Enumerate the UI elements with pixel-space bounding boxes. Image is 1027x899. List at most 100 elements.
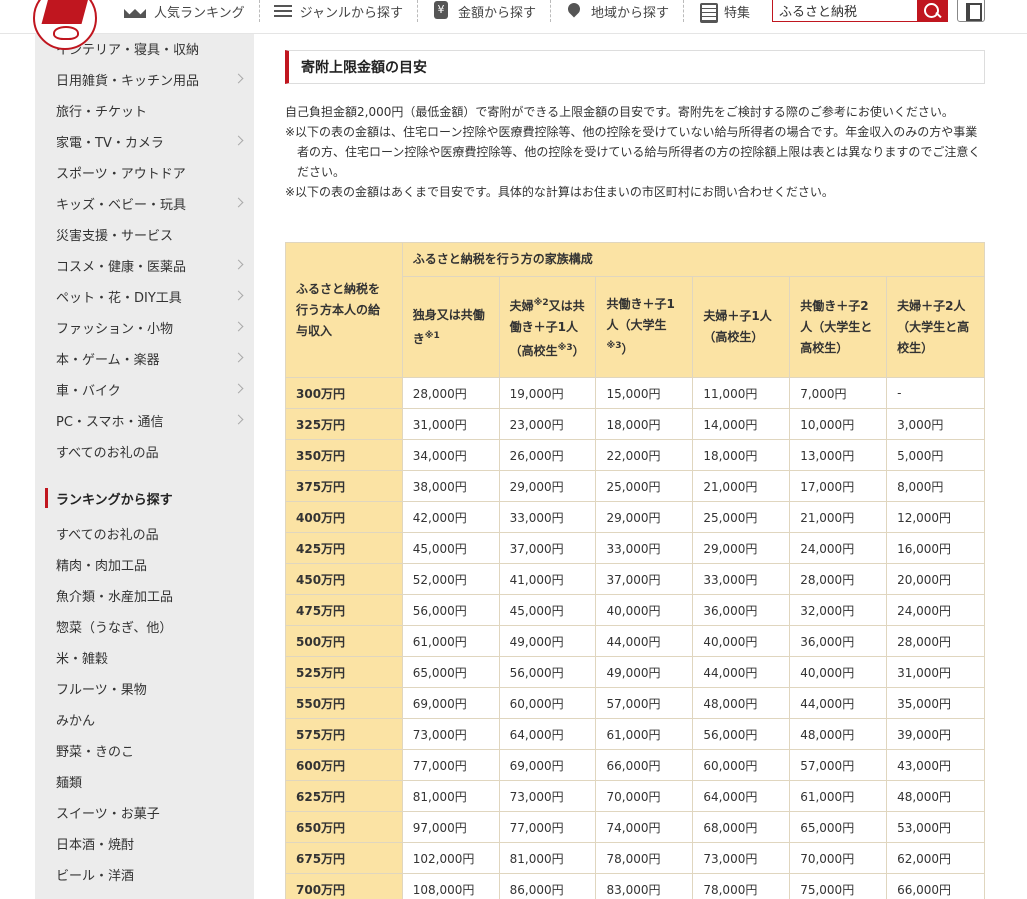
table-row: 625万円 81,000円 73,000円 70,000円 64,000円 61,000円… [285,780,985,812]
chevron-right-icon [233,73,244,84]
ranking-item-mikan[interactable]: みかん [35,704,254,735]
limit-cell: 8,000円 [886,470,985,502]
nav-feature-label: 特集 [724,5,751,21]
col-header-text: 夫婦 [509,298,534,313]
income-cell: 400万円 [285,501,403,533]
income-cell: 350万円 [285,439,403,471]
limit-cell: 44,000円 [692,656,791,688]
sidebar-item-cosmetics[interactable]: コスメ・健康・医薬品 [35,250,254,281]
sidebar-item-label: 車・バイク [56,384,121,399]
limit-cell: 78,000円 [595,842,694,874]
nav-region[interactable]: 地域から探す [551,0,685,22]
sidebar-item-daily-goods[interactable]: 日用雑貨・キッチン用品 [35,64,254,95]
nav-amount[interactable]: 金額から探す [418,0,551,22]
sidebar-item-fashion[interactable]: ファッション・小物 [35,312,254,343]
ranking-item-label: 魚介類・水産加工品 [56,590,174,605]
table-row: 600万円 77,000円 69,000円 66,000円 60,000円 57,000円… [285,749,985,781]
limit-cell: 24,000円 [886,594,985,626]
income-cell: 375万円 [285,470,403,502]
ranking-item-label: みかん [56,714,96,729]
limit-cell: 60,000円 [498,687,597,719]
limit-cell: 18,000円 [595,408,694,440]
limit-cell: 97,000円 [401,811,500,843]
limit-cell: 56,000円 [692,718,791,750]
chevron-right-icon [233,259,244,270]
limit-cell: 61,000円 [789,780,888,812]
limit-cell: 21,000円 [692,470,791,502]
sidebar-item-vehicles[interactable]: 車・バイク [35,374,254,405]
chevron-right-icon [233,352,244,363]
income-cell: 575万円 [285,718,403,750]
limit-cell: 37,000円 [498,532,597,564]
search-input[interactable] [773,0,917,21]
ranking-item-side-dishes[interactable]: 惣菜（うなぎ、他） [35,611,254,642]
limit-cell: 31,000円 [401,408,500,440]
description: 自己負担金額2,000円（最低金額）で寄附ができる上限金額の目安です。寄附先をご… [285,102,985,202]
sidebar-item-disaster-support[interactable]: 災害支援・サービス [35,219,254,250]
search-button[interactable] [917,0,947,21]
limit-cell: 28,000円 [401,377,500,409]
logo-knot-mark [53,26,79,40]
nav-genre-label: ジャンルから探す [299,5,403,21]
limit-cell: 52,000円 [401,563,500,595]
sidebar-item-travel[interactable]: 旅行・チケット [35,95,254,126]
limit-cell: 81,000円 [498,842,597,874]
limit-cell: 69,000円 [498,749,597,781]
sidebar-item-pets[interactable]: ペット・花・DIY工具 [35,281,254,312]
chevron-right-icon [233,414,244,425]
col-header-dual-income-2: 共働き＋子2人（大学生と高校生） [789,276,888,378]
sidebar-item-label: 災害支援・サービス [56,229,174,244]
limit-cell: 65,000円 [401,656,500,688]
ranking-item-seafood[interactable]: 魚介類・水産加工品 [35,580,254,611]
sidebar-item-pc-phone[interactable]: PC・スマホ・通信 [35,405,254,436]
table-row: 425万円 45,000円 37,000円 33,000円 29,000円 24,000円… [285,532,985,564]
sidebar-item-electronics[interactable]: 家電・TV・カメラ [35,126,254,157]
limit-cell: 75,000円 [789,873,888,899]
nav-feature[interactable]: 特集 [684,0,764,23]
limit-cell: 86,000円 [498,873,597,899]
table-row: 550万円 69,000円 60,000円 57,000円 48,000円 44,000円… [285,687,985,719]
table-row: 525万円 65,000円 56,000円 49,000円 44,000円 40,000円… [285,656,985,688]
ranking-item-label: フルーツ・果物 [56,683,147,698]
ranking-item-all[interactable]: すべてのお礼の品 [35,518,254,549]
ranking-item-label: 精肉・肉加工品 [56,559,148,574]
ranking-item-fruits[interactable]: フルーツ・果物 [35,673,254,704]
limit-cell: 7,000円 [789,377,888,409]
ranking-item-rice[interactable]: 米・雑穀 [35,642,254,673]
nav-ranking[interactable]: 人気ランキング [110,0,260,22]
limit-cell: 61,000円 [595,718,694,750]
limit-cell: 31,000円 [886,656,985,688]
col-header-text: 独身又は共働き [412,307,485,346]
income-cell: 600万円 [285,749,403,781]
ranking-item-beer[interactable]: ビール・洋酒 [35,859,254,890]
limit-cell: 29,000円 [692,532,791,564]
sidebar-item-sports[interactable]: スポーツ・アウトドア [35,157,254,188]
ranking-item-sake[interactable]: 日本酒・焼酎 [35,828,254,859]
table-row: 675万円 102,000円 81,000円 78,000円 73,000円 70,000… [285,842,985,874]
guide-book-button[interactable] [957,0,985,22]
limit-cell: 37,000円 [595,563,694,595]
ranking-item-vegetables[interactable]: 野菜・きのこ [35,735,254,766]
sidebar-item-all-gifts[interactable]: すべてのお礼の品 [35,436,254,467]
footnote-mark: ※3 [557,342,573,353]
ranking-item-noodles[interactable]: 麺類 [35,766,254,797]
table-row: 650万円 97,000円 77,000円 74,000円 68,000円 65,000円… [285,811,985,843]
table-row: 475万円 56,000円 45,000円 40,000円 36,000円 32,000円… [285,594,985,626]
table-group-header: ふるさと納税を行う方の家族構成 [401,242,986,277]
limit-cell: 45,000円 [498,594,597,626]
limit-cell: 34,000円 [401,439,500,471]
col-header-text: ） [572,343,585,358]
ranking-item-sweets[interactable]: スイーツ・お菓子 [35,797,254,828]
nav-genre[interactable]: ジャンルから探す [260,0,418,22]
table-row: 325万円 31,000円 23,000円 18,000円 14,000円 10,000円… [285,408,985,440]
income-cell: 700万円 [285,873,403,899]
global-nav: 人気ランキング ジャンルから探す 金額から探す 地域から探す 特集 [110,0,764,23]
ranking-item-meat[interactable]: 精肉・肉加工品 [35,549,254,580]
limit-cell: 5,000円 [886,439,985,471]
sidebar-item-kids[interactable]: キッズ・ベビー・玩具 [35,188,254,219]
sidebar-item-books-games[interactable]: 本・ゲーム・楽器 [35,343,254,374]
chevron-right-icon [233,290,244,301]
chevron-right-icon [233,321,244,332]
sidebar-item-label: スポーツ・アウトドア [56,167,186,182]
income-cell: 550万円 [285,687,403,719]
